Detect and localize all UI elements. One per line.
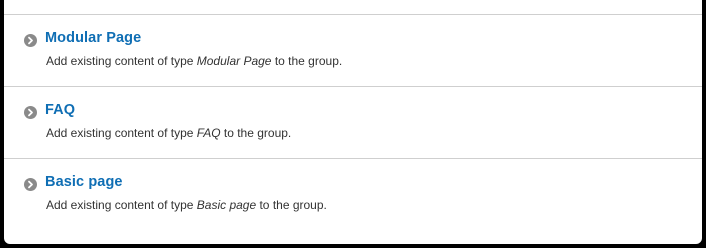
list-item-basic-page: Basic page Add existing content of type …	[4, 159, 702, 230]
item-description: Add existing content of type Basic page …	[46, 198, 327, 212]
description-suffix: to the group.	[271, 54, 343, 68]
modular-page-link[interactable]: Modular Page	[45, 30, 141, 46]
description-suffix: to the group.	[220, 126, 292, 140]
faq-link[interactable]: FAQ	[45, 102, 75, 118]
chevron-right-circle-icon	[24, 178, 37, 191]
chevron-right-circle-icon	[24, 106, 37, 119]
item-description: Add existing content of type Modular Pag…	[46, 54, 342, 68]
description-type: Basic page	[196, 198, 257, 212]
basic-page-link[interactable]: Basic page	[45, 174, 123, 190]
list-item-modular-page: Modular Page Add existing content of typ…	[4, 15, 702, 87]
description-type: Modular Page	[196, 54, 272, 68]
content-type-list-panel: Modular Page Add existing content of typ…	[4, 0, 702, 244]
list-item-faq: FAQ Add existing content of type FAQ to …	[4, 87, 702, 159]
description-prefix: Add existing content of type	[46, 54, 197, 68]
chevron-right-circle-icon	[24, 34, 37, 47]
description-suffix: to the group.	[256, 198, 327, 212]
description-prefix: Add existing content of type	[46, 198, 197, 212]
description-prefix: Add existing content of type	[46, 126, 197, 140]
description-type: FAQ	[196, 126, 221, 140]
item-description: Add existing content of type FAQ to the …	[46, 126, 291, 140]
content-type-list: Modular Page Add existing content of typ…	[4, 15, 702, 230]
